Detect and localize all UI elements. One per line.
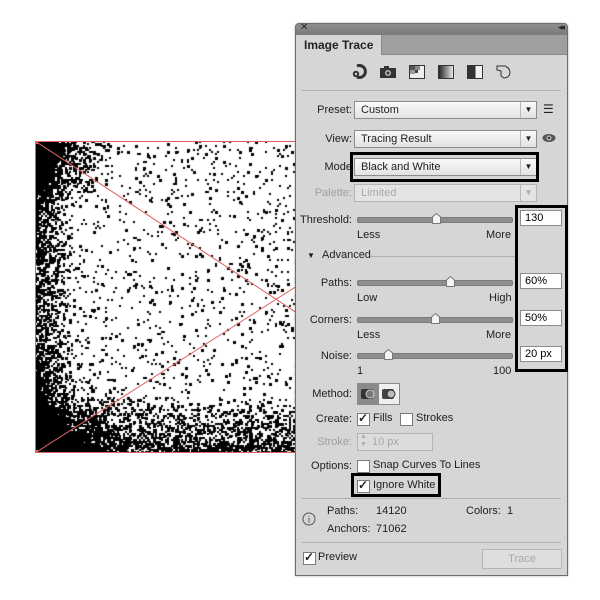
abutting-icon: [361, 389, 375, 399]
slider-thumb[interactable]: [384, 349, 394, 360]
high-color-icon[interactable]: [380, 64, 397, 79]
list-menu-icon[interactable]: ☰: [543, 102, 554, 116]
colors-count-label: Colors:: [466, 505, 501, 517]
method-toggle: [357, 383, 401, 405]
method-label: Method:: [312, 388, 352, 400]
create-label: Create:: [315, 413, 352, 425]
anchors-count-value: 71062: [376, 523, 407, 535]
artwork-canvas: [35, 141, 297, 453]
chevron-down-icon: ▼: [520, 102, 536, 118]
corners-max-label: More: [486, 329, 512, 341]
colors-count-value: 1: [507, 505, 514, 517]
paths-label: Paths:: [320, 277, 352, 289]
threshold-max-label: More: [486, 229, 512, 241]
snap-curves-label: Snap Curves To Lines: [373, 459, 481, 471]
divider: [370, 256, 515, 257]
strokes-checkbox[interactable]: [400, 413, 413, 426]
stroke-stepper[interactable]: ▲ ▼ 10 px: [357, 433, 433, 451]
corners-min-label: Less: [357, 329, 381, 341]
divider: [302, 90, 561, 91]
overlapping-icon: [382, 389, 396, 399]
divider: [302, 542, 561, 543]
paths-count-label: Paths:: [327, 505, 359, 517]
panel-titlebar[interactable]: ✕ ◂◂: [296, 22, 567, 35]
tab-image-trace[interactable]: Image Trace: [296, 35, 383, 55]
preset-dropdown[interactable]: Custom ▼: [354, 101, 537, 119]
outline-icon[interactable]: [496, 64, 513, 79]
paths-input[interactable]: [520, 273, 562, 289]
stepper-arrows-icon[interactable]: ▲ ▼: [360, 433, 367, 449]
traced-artwork[interactable]: [35, 141, 297, 453]
palette-label: Palette:: [314, 187, 352, 199]
preview-checkbox[interactable]: [303, 552, 316, 565]
info-icon: i: [302, 512, 316, 529]
stroke-label: Stroke:: [317, 436, 352, 448]
paths-slider[interactable]: [357, 276, 513, 287]
slider-thumb[interactable]: [432, 213, 442, 224]
double-chevron-left-icon[interactable]: ◂◂: [558, 22, 565, 33]
image-trace-panel: ✕ ◂◂ Image Trace Preset: Custom ▼ ☰ View…: [295, 22, 568, 576]
threshold-input[interactable]: [520, 210, 562, 226]
advanced-section-label[interactable]: Advanced: [322, 249, 371, 261]
close-icon[interactable]: ✕: [300, 22, 308, 33]
trace-button[interactable]: Trace: [482, 549, 562, 569]
corners-input[interactable]: [520, 310, 562, 326]
stroke-value: 10 px: [372, 436, 399, 448]
strokes-label: Strokes: [416, 412, 454, 424]
paths-max-label: High: [489, 292, 512, 304]
slider-thumb[interactable]: [445, 276, 455, 287]
panel-tab-bar: Image Trace: [296, 35, 567, 55]
palette-value: Limited: [361, 187, 397, 199]
threshold-min-label: Less: [357, 229, 381, 241]
preset-icon-row: [296, 64, 567, 86]
view-dropdown[interactable]: Tracing Result ▼: [354, 130, 537, 148]
mode-dropdown[interactable]: Black and White ▼: [354, 158, 537, 176]
divider: [302, 498, 561, 499]
auto-color-icon[interactable]: [351, 64, 368, 79]
svg-text:i: i: [308, 515, 311, 525]
preset-value: Custom: [361, 104, 399, 116]
paths-count-value: 14120: [376, 505, 407, 517]
grayscale-icon[interactable]: [438, 64, 455, 79]
noise-label: Noise:: [320, 350, 352, 362]
mode-label: Mode: [324, 161, 352, 173]
method-abutting-button[interactable]: [357, 383, 379, 405]
ignore-white-checkbox[interactable]: [357, 480, 370, 493]
fills-label: Fills: [373, 412, 393, 424]
chevron-down-icon: ▼: [520, 185, 536, 201]
noise-min-label: 1: [357, 365, 364, 377]
mode-value: Black and White: [361, 161, 441, 173]
options-label: Options:: [311, 460, 352, 472]
palette-dropdown[interactable]: Limited ▼: [354, 184, 537, 202]
disclosure-triangle-icon[interactable]: ▼: [307, 251, 315, 260]
fills-checkbox[interactable]: [357, 413, 370, 426]
preview-label: Preview: [318, 551, 358, 563]
noise-slider[interactable]: [357, 349, 513, 360]
threshold-label: Threshold:: [300, 214, 352, 226]
anchors-count-label: Anchors:: [327, 523, 371, 535]
eye-icon[interactable]: [542, 133, 556, 146]
preset-label: Preset:: [317, 104, 352, 116]
snap-curves-checkbox[interactable]: [357, 460, 370, 473]
noise-max-label: 100: [493, 365, 512, 377]
black-and-white-icon[interactable]: [467, 64, 484, 79]
corners-slider[interactable]: [357, 313, 513, 324]
chevron-down-icon: ▼: [520, 159, 536, 175]
view-value: Tracing Result: [361, 133, 432, 145]
threshold-slider[interactable]: [357, 213, 513, 224]
paths-min-label: Low: [357, 292, 378, 304]
noise-input[interactable]: [520, 346, 562, 362]
view-label: View:: [325, 133, 352, 145]
slider-thumb[interactable]: [430, 313, 440, 324]
low-color-icon[interactable]: [409, 64, 426, 79]
corners-label: Corners:: [309, 314, 352, 326]
method-overlapping-button[interactable]: [378, 383, 400, 405]
chevron-down-icon: ▼: [520, 131, 536, 147]
ignore-white-label: Ignore White: [373, 479, 436, 491]
